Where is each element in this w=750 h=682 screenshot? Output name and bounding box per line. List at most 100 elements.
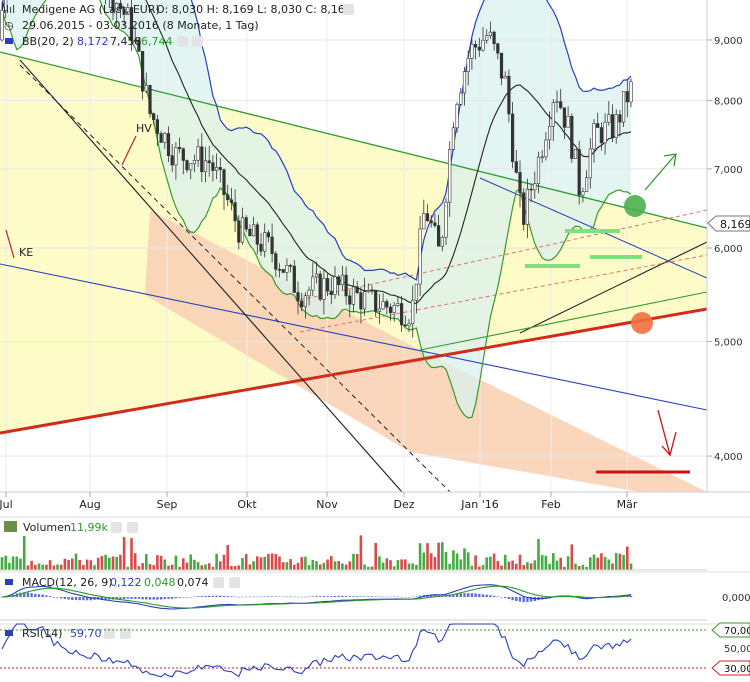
volume-bar xyxy=(570,544,574,570)
ohlc-values: O: 8,030 H: 8,169 L: 8,030 C: 8,169 xyxy=(156,3,352,16)
volume-bar xyxy=(496,560,500,570)
candle-body xyxy=(518,172,522,194)
candle-body xyxy=(455,104,459,129)
macd-bar xyxy=(248,596,252,598)
volume-bar xyxy=(193,559,196,570)
bb-close-icon[interactable] xyxy=(192,36,203,47)
volume-bar xyxy=(59,564,63,570)
macd-bar xyxy=(518,597,522,602)
candle-body xyxy=(407,323,411,326)
volume-settings-icon[interactable] xyxy=(111,522,122,533)
x-tick-label: Jul xyxy=(0,498,13,511)
volume-bar xyxy=(63,558,67,570)
candle-body xyxy=(181,148,185,161)
macd-bar xyxy=(515,597,518,602)
chart-type-icon[interactable]: ılıl xyxy=(3,3,15,16)
candle-body xyxy=(510,113,515,162)
volume-bar xyxy=(348,561,352,570)
volume-bar xyxy=(130,538,133,570)
candle-body xyxy=(399,303,404,326)
macd-bar xyxy=(148,597,152,600)
volume-bar xyxy=(437,542,440,570)
candle-body xyxy=(392,305,396,313)
volume-label: Volumen xyxy=(23,521,71,534)
volume-bar xyxy=(540,555,544,570)
volume-bar xyxy=(0,557,4,570)
candle-body xyxy=(411,299,415,325)
macd-bar xyxy=(74,597,78,600)
ohlc-settings-icon[interactable] xyxy=(343,4,354,15)
macd-bar xyxy=(489,595,492,597)
volume-bar xyxy=(185,562,189,570)
volume-bar xyxy=(596,557,599,570)
hv-label: HV xyxy=(136,122,152,135)
volume-bar xyxy=(322,562,326,570)
macd-bar xyxy=(245,596,248,598)
x-axis: Jul Aug Sep Okt Nov Dez Jan '16 Feb Mär xyxy=(0,492,638,511)
bb-settings-icon[interactable] xyxy=(177,36,188,47)
bb-high-value: 6,744 xyxy=(141,35,173,48)
volume-bar xyxy=(115,556,118,570)
candle-body xyxy=(559,101,563,109)
candle-body xyxy=(496,43,500,54)
volume-bar xyxy=(341,563,344,570)
price-tick-label: 6,000 xyxy=(714,244,743,255)
macd-bar xyxy=(348,596,351,597)
volume-bar xyxy=(4,555,7,570)
macd-bar xyxy=(252,596,255,598)
volume-bar xyxy=(19,558,22,570)
volume-bar xyxy=(85,559,89,570)
macd-bar xyxy=(330,596,333,597)
macd-bar xyxy=(296,596,300,598)
macd-bar xyxy=(393,596,396,598)
candle-body xyxy=(163,133,167,143)
candle-body xyxy=(477,46,481,51)
volume-bar xyxy=(448,563,451,570)
volume-bar xyxy=(122,537,126,570)
macd-bar xyxy=(356,596,359,597)
volume-close-icon[interactable] xyxy=(127,522,138,533)
volume-bar xyxy=(189,554,192,570)
candle-body xyxy=(185,160,189,171)
volume-bar xyxy=(433,557,437,570)
macd-bar xyxy=(126,597,129,599)
volume-bar xyxy=(78,559,81,570)
volume-bar xyxy=(607,559,611,570)
candle-body xyxy=(314,273,319,278)
macd-bar xyxy=(134,597,137,599)
volume-bar xyxy=(533,560,537,570)
candle-body xyxy=(588,148,592,179)
volume-bar xyxy=(611,563,614,570)
candle-body xyxy=(607,114,611,123)
macd-value-2: 0,048 xyxy=(144,576,176,589)
macd-bar xyxy=(333,596,337,597)
volume-bar xyxy=(522,565,525,570)
macd-bar xyxy=(219,595,222,597)
candle-body xyxy=(170,155,174,166)
rsi-tick-70: 70,00 xyxy=(724,626,750,637)
macd-bar xyxy=(300,596,303,598)
macd-bar xyxy=(71,597,74,601)
candle-body xyxy=(540,156,544,159)
x-tick-label: Nov xyxy=(316,498,338,511)
volume-bar xyxy=(148,564,152,570)
volume-bar xyxy=(489,556,492,570)
macd-settings-icon[interactable] xyxy=(213,577,224,588)
candle-body xyxy=(436,225,441,247)
volume-bar xyxy=(15,556,19,570)
volume-bar xyxy=(485,557,488,570)
candle-body xyxy=(318,273,322,300)
candle-body xyxy=(584,177,589,192)
volume-bar xyxy=(248,564,252,570)
macd-bar xyxy=(211,595,215,597)
volume-bar xyxy=(296,562,300,570)
candle-body xyxy=(155,119,160,134)
volume-bar xyxy=(344,564,348,570)
macd-close-icon[interactable] xyxy=(229,577,240,588)
candle-body xyxy=(266,232,271,238)
volume-bar xyxy=(48,560,52,570)
ke-label: KE xyxy=(19,246,33,259)
candle-body xyxy=(148,85,152,114)
volume-bar xyxy=(89,560,93,570)
volume-bar xyxy=(333,561,337,570)
